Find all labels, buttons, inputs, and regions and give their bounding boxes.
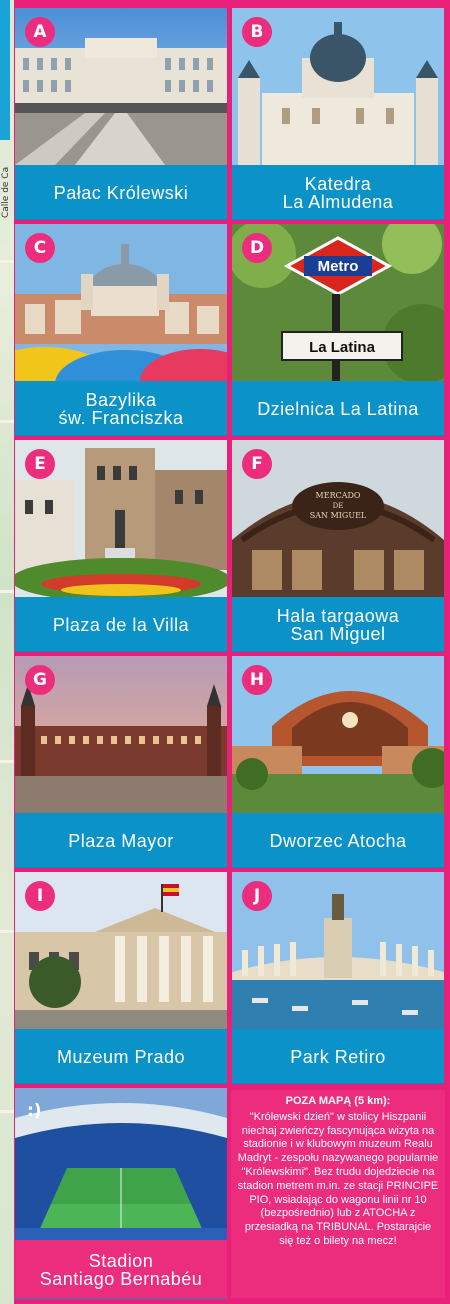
market-sign-line: DE — [333, 502, 344, 510]
info-heading: POZA MAPĄ (5 km): — [285, 1095, 391, 1107]
tile-letter-badge: D — [242, 233, 272, 263]
tile-label: Bazylika św. Franciszka — [15, 381, 227, 435]
tile-smiley-badge: :) — [27, 1101, 42, 1121]
tile-letter-badge: I — [25, 881, 55, 911]
tile-letter-badge: B — [242, 17, 272, 47]
tile-letter-badge: G — [25, 665, 55, 695]
tile-label-line: Katedra — [304, 173, 372, 194]
tile-label: Dworzec Atocha — [232, 813, 444, 867]
tile-letter-badge: E — [25, 449, 55, 479]
tile-label: Hala targaowa San Miguel — [232, 597, 444, 651]
street-sign-text: La Latina — [309, 339, 376, 356]
tile-label: Dzielnica La Latina — [232, 381, 444, 435]
info-box: POZA MAPĄ (5 km): "Królewski dzień" w st… — [231, 1090, 445, 1298]
tile-letter-badge: H — [242, 665, 272, 695]
tile-label-line: Plaza Mayor — [68, 830, 174, 851]
tile-label-line: Bazylika — [85, 389, 157, 410]
tile-label: Park Retiro — [232, 1029, 444, 1083]
map-road — [0, 930, 14, 933]
tile-label: Pałac Królewski — [15, 165, 227, 219]
map-road — [0, 420, 14, 423]
tile-label: Katedra La Almudena — [232, 165, 444, 219]
tile-atocha[interactable]: H Dworzec Atocha — [232, 656, 444, 868]
photo-bernabeu — [15, 1088, 227, 1240]
map-road — [0, 1110, 14, 1113]
tile-label: Plaza Mayor — [15, 813, 227, 867]
tile-plaza-de-la-villa[interactable]: E Plaza de la Villa — [15, 440, 227, 652]
tile-label-line: Stadion — [88, 1251, 154, 1271]
tile-label-line: Dzielnica La Latina — [257, 398, 419, 419]
tile-label-line: Park Retiro — [290, 1046, 386, 1067]
tile-label-line: Santiago Bernabéu — [39, 1269, 203, 1289]
tile-letter-badge: C — [25, 233, 55, 263]
market-sign-line: MERCADO — [316, 491, 361, 500]
tile-letter-badge: A — [25, 17, 55, 47]
metro-sign-text: Metro — [318, 258, 359, 275]
tile-palacio-real[interactable]: A Pałac Królewski — [15, 8, 227, 220]
tile-san-francisco[interactable]: C Bazylika św. Franciszka — [15, 224, 227, 436]
tile-label-line: Hala targaowa — [276, 605, 400, 626]
tile-label-line: św. Franciszka — [58, 407, 184, 428]
tile-plaza-mayor[interactable]: G Plaza Mayor — [15, 656, 227, 868]
tile-bernabeu[interactable]: :) Stadion Santiago Bernabéu — [15, 1088, 227, 1300]
tile-label: Stadion Santiago Bernabéu — [15, 1240, 227, 1299]
market-sign-line: SAN MIGUEL — [310, 511, 367, 520]
map-road — [0, 260, 14, 263]
tile-label: Plaza de la Villa — [15, 597, 227, 651]
tile-prado[interactable]: I Muzeum Prado — [15, 872, 227, 1084]
tile-retiro[interactable]: J Park Retiro — [232, 872, 444, 1084]
tile-label-line: Dworzec Atocha — [269, 830, 407, 851]
map-road — [0, 590, 14, 593]
tile-letter-badge: F — [242, 449, 272, 479]
tile-almudena[interactable]: B Katedra La Almudena — [232, 8, 444, 220]
map-strip: Calle de Ca — [0, 0, 14, 1304]
map-street-label: Calle de Ca — [1, 166, 11, 218]
tile-label-line: Muzeum Prado — [56, 1046, 186, 1067]
tile-la-latina[interactable]: Metro La Latina D Dzielnica La Latina — [232, 224, 444, 436]
tile-label: Muzeum Prado — [15, 1029, 227, 1083]
tile-label-line: La Almudena — [282, 191, 394, 212]
map-water — [0, 0, 10, 140]
tile-label-line: Plaza de la Villa — [52, 614, 190, 635]
info-body: "Królewski dzień" w stolicy Hiszpanii ni… — [237, 1110, 439, 1247]
tile-label-line: San Miguel — [290, 623, 386, 644]
tile-letter-badge: J — [242, 881, 272, 911]
map-road — [0, 760, 14, 763]
tile-san-miguel[interactable]: MERCADO DE SAN MIGUEL F Hala targaowa Sa… — [232, 440, 444, 652]
tile-label-line: Pałac Królewski — [53, 182, 189, 203]
